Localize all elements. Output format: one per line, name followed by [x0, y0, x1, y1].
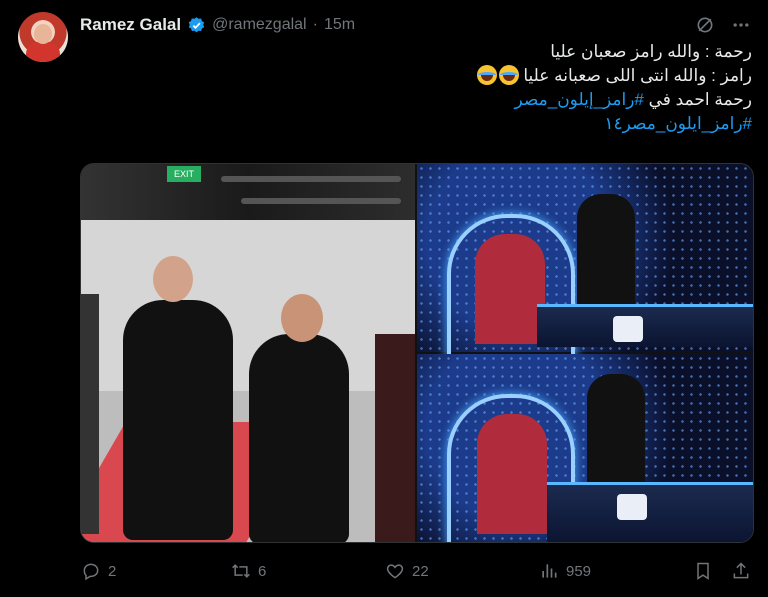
laughing-emoji-icon [476, 65, 497, 85]
media-photo-right-top[interactable] [417, 164, 753, 372]
person-silhouette [375, 334, 415, 542]
views-icon [538, 560, 560, 582]
reply-button[interactable]: 2 [80, 560, 116, 582]
tweet-line-4: #رامز_ايلون_مصر١٤ [92, 112, 752, 136]
media-photo-left[interactable]: EXIT [81, 164, 415, 542]
share-button[interactable] [730, 560, 752, 582]
tweet-line-3: رحمة احمد في #رامز_إيلون_مصر [92, 88, 752, 112]
pipe-shape [221, 176, 401, 182]
hashtag-link[interactable]: #رامز_إيلون_مصر [515, 90, 644, 109]
like-icon [384, 560, 406, 582]
bookmark-icon [692, 560, 714, 582]
retweet-icon [230, 560, 252, 582]
reply-icon [80, 560, 102, 582]
man-head [153, 256, 193, 302]
exit-sign: EXIT [167, 166, 201, 182]
tweet-line-3-text: رحمة احمد في [648, 90, 752, 109]
tweet-timestamp[interactable]: 15m [324, 16, 355, 34]
show-logo-icon [613, 316, 643, 342]
pipe-shape [241, 198, 401, 204]
tweet-line-2-text: رامز : والله انتى اللى صعبانه عليا [523, 66, 752, 85]
woman-silhouette [249, 334, 349, 542]
reply-count: 2 [108, 562, 117, 580]
retweet-button[interactable]: 6 [230, 560, 266, 582]
more-icon[interactable] [730, 14, 752, 36]
top-icons [694, 14, 752, 36]
views-count: 959 [566, 562, 592, 580]
author-name[interactable]: Ramez Galal [80, 15, 181, 35]
tweet-text: رحمة : والله رامز صعبان عليا رامز : والل… [92, 40, 752, 136]
action-bar: 2 6 22 959 [80, 560, 752, 586]
like-button[interactable]: 22 [384, 560, 429, 582]
seated-woman-silhouette [477, 414, 547, 534]
tweet-line-2: رامز : والله انتى اللى صعبانه عليا [92, 64, 752, 88]
ceiling-shape [81, 164, 415, 220]
person-silhouette [81, 294, 99, 534]
desk-shape [547, 482, 753, 542]
standing-woman-silhouette [587, 374, 645, 494]
tweet-media[interactable]: EXIT [80, 163, 754, 543]
like-count: 22 [412, 562, 429, 580]
grok-icon[interactable] [694, 14, 716, 36]
laughing-emoji-icon [498, 65, 519, 85]
standing-woman-silhouette [577, 194, 635, 304]
verified-badge-icon [187, 16, 206, 35]
avatar-body-shape [26, 42, 60, 62]
author-handle[interactable]: @ramezgalal [212, 16, 307, 34]
header-separator: · [312, 16, 318, 33]
avatar[interactable] [18, 12, 68, 62]
avatar-face-shape [34, 24, 52, 44]
retweet-count: 6 [258, 562, 267, 580]
show-logo-icon [617, 494, 647, 520]
hashtag-link[interactable]: #رامز_ايلون_مصر١٤ [604, 114, 752, 133]
woman-head [281, 294, 323, 342]
media-photo-right-bottom[interactable] [417, 354, 753, 542]
bookmark-button[interactable] [692, 560, 714, 582]
man-silhouette [123, 300, 233, 540]
desk-shape [537, 304, 753, 347]
views-button[interactable]: 959 [538, 560, 591, 582]
tweet-header: Ramez Galal @ramezgalal · 15m [80, 14, 355, 36]
seated-woman-silhouette [475, 234, 545, 344]
share-icon [730, 560, 752, 582]
tweet-line-1: رحمة : والله رامز صعبان عليا [550, 42, 752, 61]
